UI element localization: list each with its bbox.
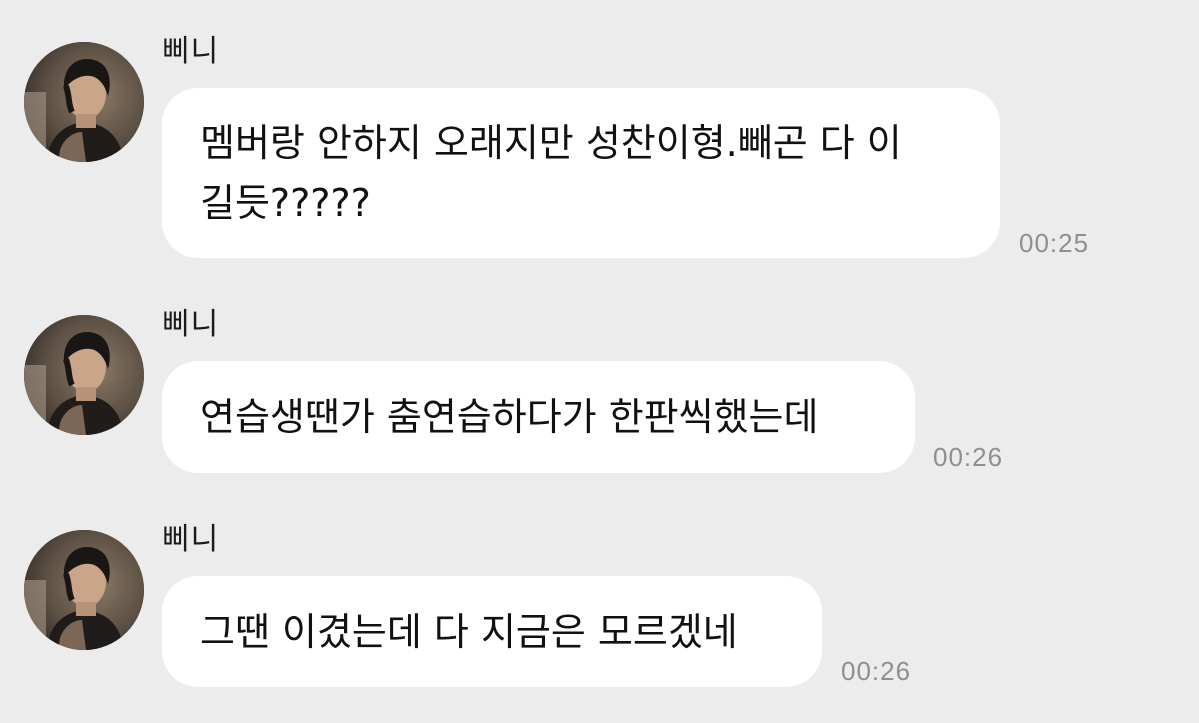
message-bubble[interactable]: 그땐 이겼는데 다 지금은 모르겠네 xyxy=(162,576,822,687)
message-row: 삐니 그땐 이겼는데 다 지금은 모르겠네 00:26 xyxy=(0,0,1199,723)
message-timestamp: 00:26 xyxy=(841,656,912,686)
sender-name: 삐니 xyxy=(162,522,220,557)
avatar[interactable] xyxy=(24,530,144,650)
profile-photo-icon xyxy=(24,530,144,650)
